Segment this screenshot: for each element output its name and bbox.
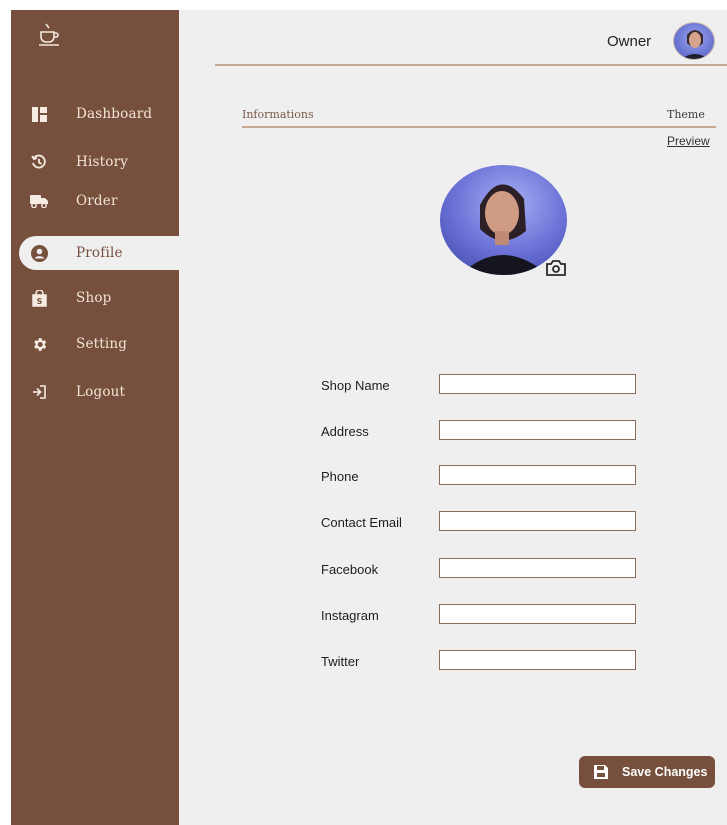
save-icon (593, 764, 609, 780)
user-circle-icon (29, 243, 49, 263)
sidebar-item-shop[interactable]: S Shop (11, 281, 179, 315)
sidebar-item-order[interactable]: Order (11, 184, 179, 218)
facebook-input[interactable] (439, 558, 636, 578)
address-label: Address (321, 424, 369, 439)
logout-icon (29, 382, 49, 402)
user-avatar[interactable] (673, 22, 715, 60)
tab-theme[interactable]: Theme (667, 108, 705, 121)
user-name: Owner (607, 33, 652, 50)
sidebar-item-label: Shop (76, 290, 112, 306)
phone-input[interactable] (439, 465, 636, 485)
twitter-label: Twitter (321, 654, 360, 669)
gear-icon (29, 334, 49, 354)
sidebar-item-setting[interactable]: Setting (11, 327, 179, 361)
tab-informations[interactable]: Informations (242, 108, 314, 121)
sidebar-item-label: Setting (76, 336, 128, 352)
instagram-label: Instagram (321, 608, 379, 623)
preview-link[interactable]: Preview (667, 134, 710, 148)
sidebar-item-profile[interactable]: Profile (19, 236, 187, 270)
sidebar-item-label: History (76, 154, 129, 170)
sidebar-item-logout[interactable]: Logout (11, 375, 179, 409)
tab-divider (242, 126, 716, 128)
address-input[interactable] (439, 420, 636, 440)
header-divider (215, 64, 727, 66)
save-changes-label: Save Changes (622, 765, 708, 779)
contact-email-input[interactable] (439, 511, 636, 531)
sidebar-item-history[interactable]: History (11, 145, 179, 179)
instagram-input[interactable] (439, 604, 636, 624)
contact-email-label: Contact Email (321, 515, 402, 530)
dashboard-icon (29, 104, 49, 124)
shopping-bag-icon: S (29, 288, 49, 308)
facebook-label: Facebook (321, 562, 379, 577)
sidebar-item-label: Logout (76, 384, 126, 400)
sidebar-item-label: Profile (76, 245, 123, 261)
sidebar: Dashboard History Order Profile S Shop S… (11, 10, 187, 825)
coffee-cup-logo-icon[interactable] (37, 22, 61, 48)
shop-name-input[interactable] (439, 374, 636, 394)
truck-icon (29, 191, 49, 211)
save-changes-button[interactable]: Save Changes (579, 756, 715, 788)
sidebar-item-dashboard[interactable]: Dashboard (11, 97, 179, 131)
twitter-input[interactable] (439, 650, 636, 670)
camera-icon[interactable] (545, 259, 567, 277)
sidebar-item-label: Dashboard (76, 106, 153, 122)
history-icon (29, 152, 49, 172)
sidebar-item-label: Order (76, 193, 118, 209)
phone-label: Phone (321, 469, 359, 484)
svg-text:S: S (36, 297, 42, 306)
shop-name-label: Shop Name (321, 378, 390, 393)
